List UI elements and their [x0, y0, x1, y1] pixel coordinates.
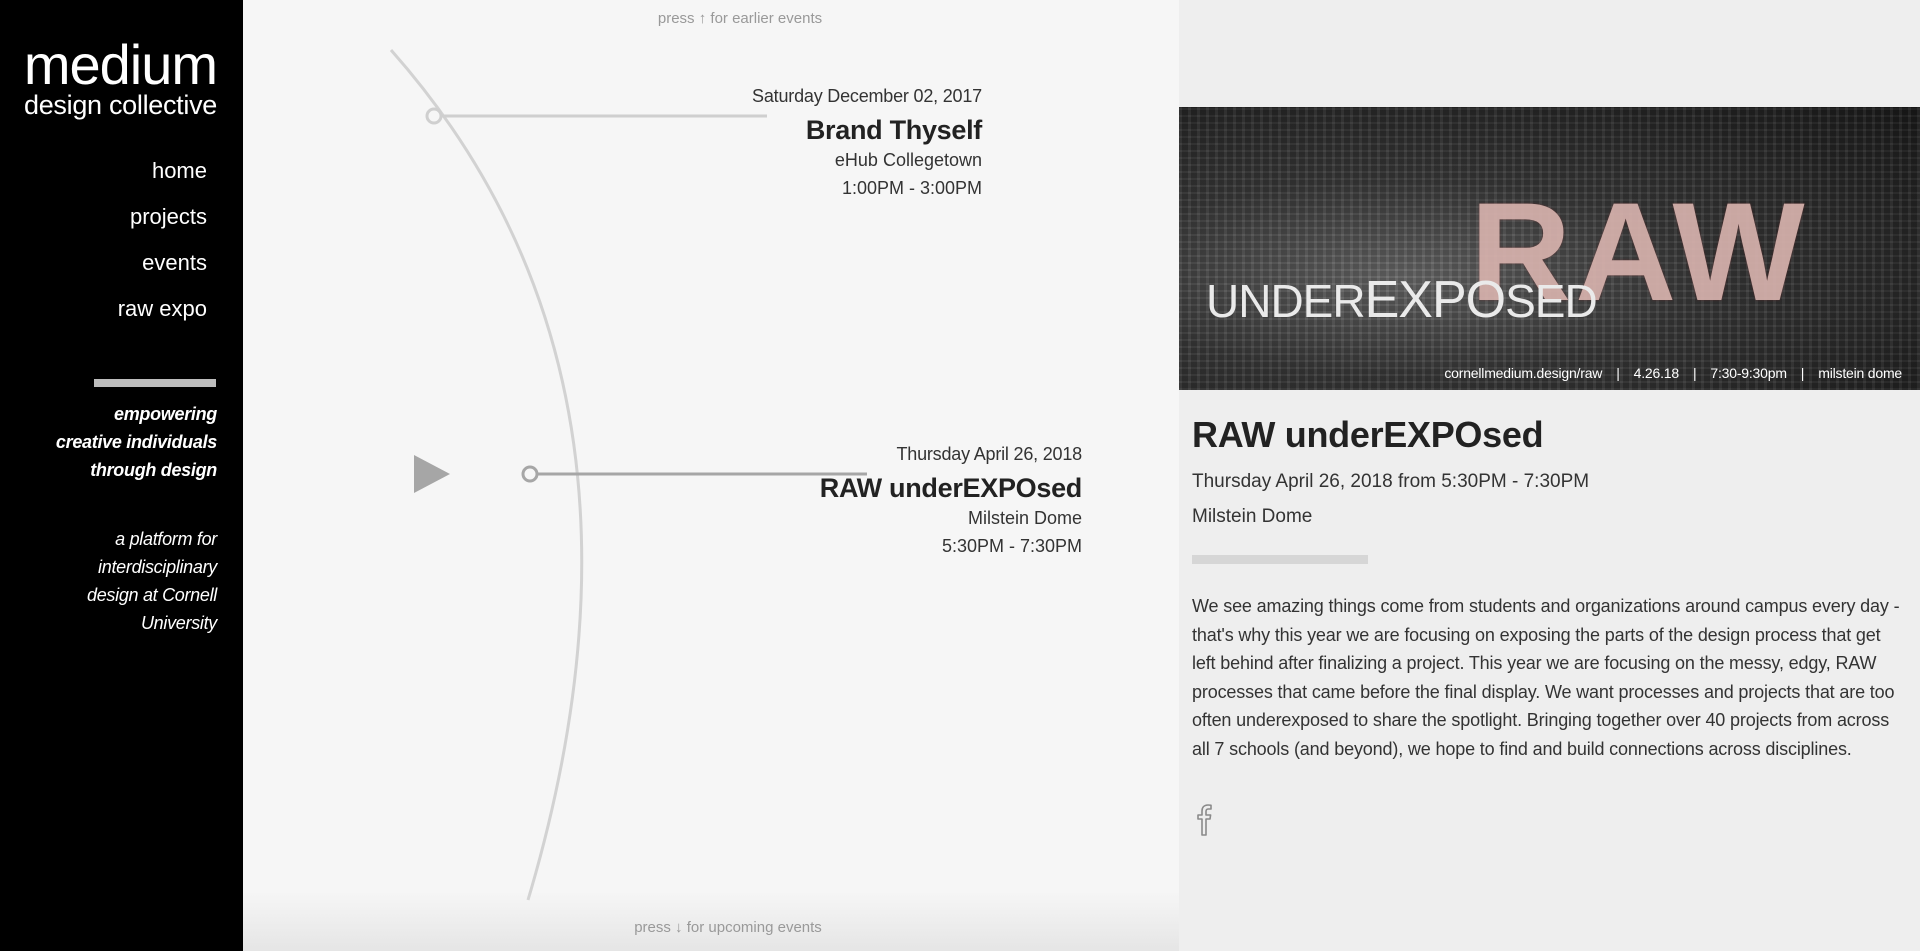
events-timeline[interactable]: press ↑ for earlier events Saturday Dece… [243, 0, 1179, 951]
sidebar: medium design collective home projects e… [0, 0, 243, 951]
banner-underexposed-text: UNDEREXPOSED [1206, 274, 1598, 327]
tagline-line: interdisciplinary [98, 557, 217, 577]
banner-word-part: ER [1302, 275, 1366, 327]
banner-separator: | [1692, 365, 1697, 381]
event-detail-description: We see amazing things come from students… [1192, 596, 1900, 759]
nav-raw-expo[interactable]: raw expo [118, 286, 207, 332]
tagline-secondary: a platform for interdisciplinary design … [27, 525, 217, 637]
current-event-indicator-icon [414, 455, 450, 493]
banner-url: cornellmedium.design/raw [1444, 365, 1603, 381]
timeline-event[interactable]: Saturday December 02, 2017 Brand Thyself… [473, 86, 982, 202]
banner-time: 7:30-9:30pm [1710, 365, 1787, 381]
event-time: 1:00PM - 3:00PM [841, 178, 982, 198]
facebook-icon[interactable] [1195, 803, 1215, 837]
event-date: Saturday December 02, 2017 [752, 86, 982, 106]
event-venue: Milstein Dome [967, 508, 1082, 528]
upcoming-events-hint[interactable]: press ↓ for upcoming events [260, 919, 1196, 936]
detail-divider [1192, 555, 1368, 564]
banner-separator: | [1800, 365, 1805, 381]
banner-word-part: EXPO [1364, 271, 1506, 329]
nav-projects[interactable]: projects [118, 194, 207, 240]
hint-suffix: for upcoming events [686, 919, 822, 936]
event-detail-datetime: Thursday April 26, 2018 from 5:30PM - 7:… [1192, 471, 1590, 492]
site-logo[interactable]: medium design collective [23, 33, 218, 120]
event-date: Thursday April 26, 2018 [896, 444, 1082, 464]
tagline-line: University [140, 613, 217, 633]
tagline-primary: empowering creative individuals through … [27, 400, 217, 484]
event-detail-venue: Milstein Dome [1192, 506, 1313, 527]
banner-word-part: UND [1206, 275, 1304, 327]
event-venue: eHub Collegetown [834, 150, 982, 170]
banner-word-part: SED [1505, 275, 1598, 327]
tagline-line: empowering [113, 404, 217, 424]
hint-prefix: press [634, 919, 671, 936]
main-nav: home projects events raw expo [118, 148, 207, 332]
banner-date: 4.26.18 [1633, 365, 1680, 381]
banner-separator: | [1616, 365, 1620, 381]
event-node[interactable] [425, 107, 443, 125]
nav-events[interactable]: events [118, 240, 207, 286]
arrow-down-icon: ↓ [675, 919, 683, 936]
timeline-event-active[interactable]: Thursday April 26, 2018 RAW underEXPOsed… [573, 444, 1083, 560]
event-detail-panel: RAW UNDEREXPOSED cornellmedium.design/ra… [1179, 0, 1920, 951]
event-node-active[interactable] [521, 465, 539, 483]
banner-venue: milstein dome [1818, 365, 1902, 381]
tagline-line: a platform for [115, 529, 217, 549]
logo-sub-text: design collective [23, 90, 217, 120]
event-banner-image: RAW UNDEREXPOSED cornellmedium.design/ra… [1179, 107, 1920, 390]
nav-home[interactable]: home [118, 148, 207, 194]
tagline-line: through design [90, 460, 217, 480]
logo-main-text: medium [23, 33, 218, 96]
event-title: RAW underEXPOsed [819, 473, 1083, 503]
event-detail-title: RAW underEXPOsed [1192, 414, 1544, 455]
tagline-line: creative individuals [55, 432, 217, 452]
event-time: 5:30PM - 7:30PM [941, 536, 1082, 556]
event-title: Brand Thyself [805, 115, 982, 145]
banner-footer: cornellmedium.design/raw | 4.26.18 | 7:30-9:… [1444, 365, 1902, 381]
sidebar-divider [94, 379, 216, 387]
tagline-line: design at Cornell [87, 585, 217, 605]
